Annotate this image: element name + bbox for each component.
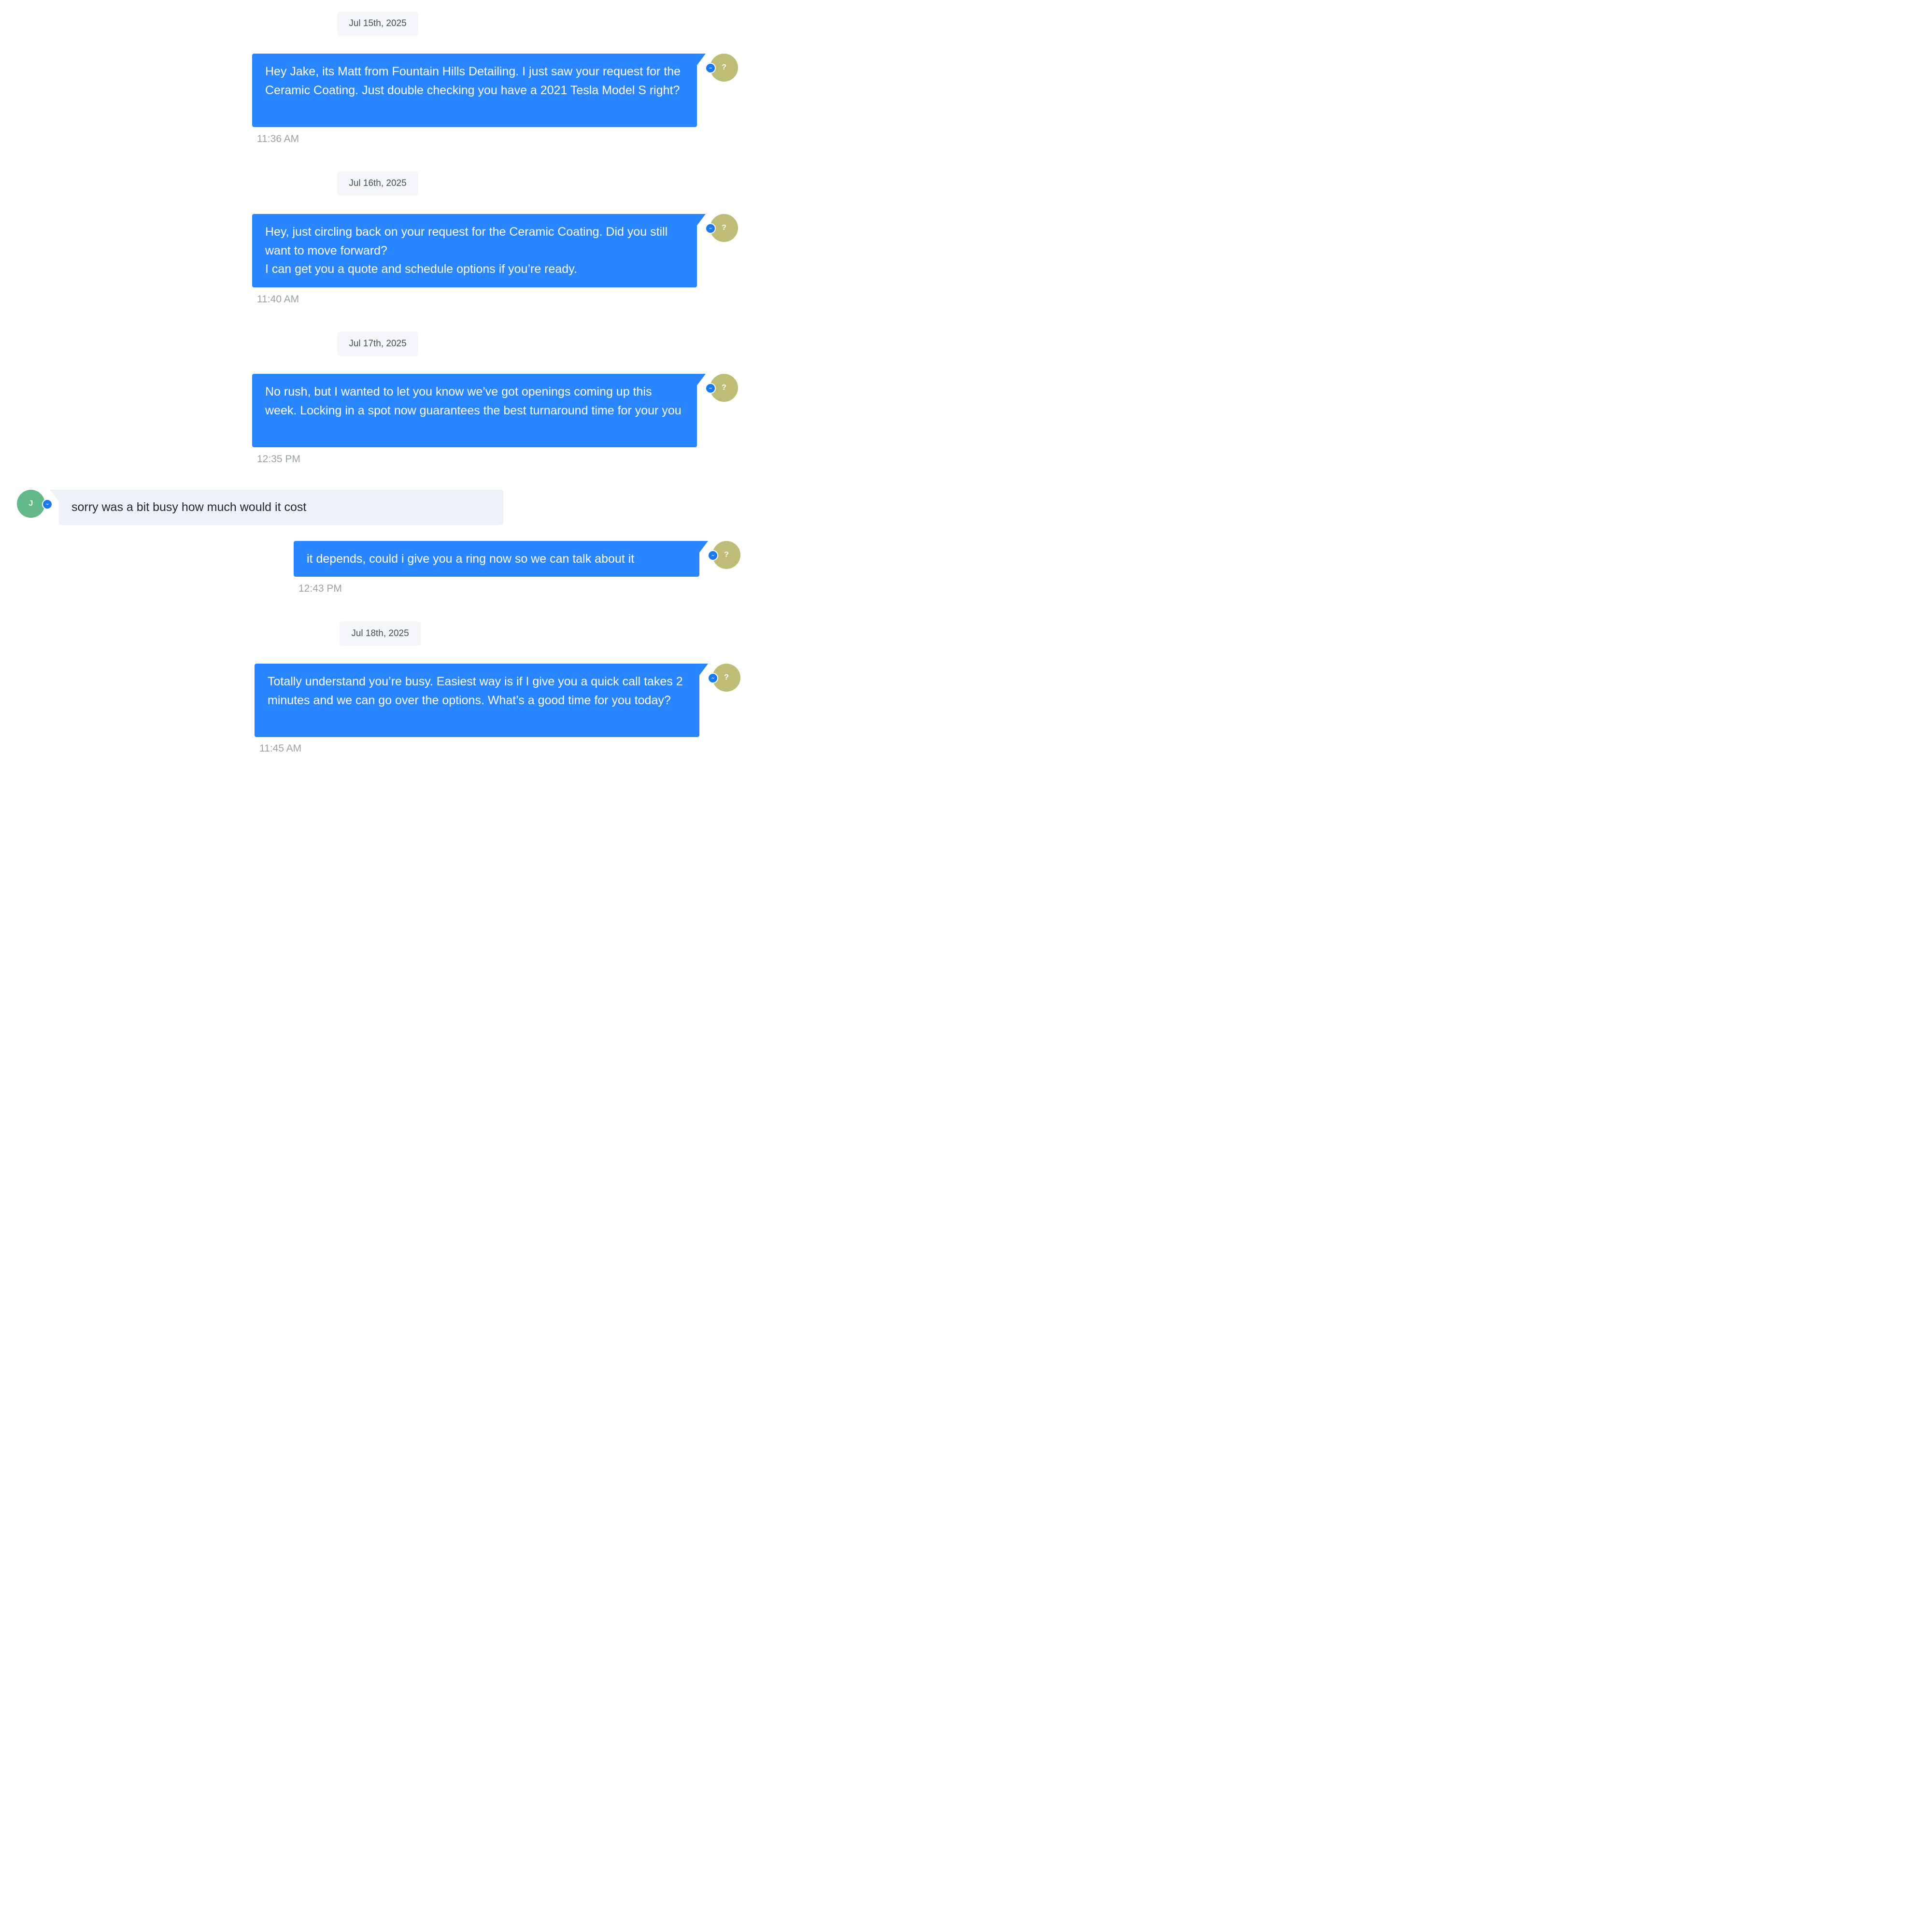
avatar-initial: J bbox=[28, 499, 33, 508]
avatar-initial: ? bbox=[722, 224, 726, 232]
message-timestamp: 11:45 AM bbox=[259, 743, 302, 754]
message-timestamp: 12:43 PM bbox=[298, 583, 342, 594]
bubble-tail bbox=[50, 490, 59, 501]
message-timestamp: 11:40 AM bbox=[257, 294, 299, 305]
messenger-icon bbox=[708, 673, 718, 683]
outbound-message-bubble: Totally understand you’re busy. Easiest … bbox=[255, 664, 699, 737]
inbound-message-bubble: sorry was a bit busy how much would it c… bbox=[59, 490, 503, 525]
avatar-initial: ? bbox=[722, 63, 726, 71]
messenger-icon bbox=[705, 223, 716, 234]
bubble-tail bbox=[697, 54, 706, 65]
outbound-message-bubble: Hey Jake, its Matt from Fountain Hills D… bbox=[252, 54, 697, 127]
date-separator: Jul 17th, 2025 bbox=[337, 332, 418, 356]
outbound-message-bubble: it depends, could i give you a ring now … bbox=[294, 541, 699, 577]
messenger-icon bbox=[705, 63, 716, 73]
bubble-tail bbox=[697, 374, 706, 385]
messenger-icon bbox=[705, 383, 716, 394]
outbound-message-bubble: No rush, but I wanted to let you know we… bbox=[252, 374, 697, 447]
bubble-tail bbox=[699, 541, 708, 553]
messenger-icon bbox=[708, 550, 718, 561]
avatar-initial: ? bbox=[722, 384, 726, 392]
contact-avatar[interactable]: J bbox=[17, 490, 45, 518]
message-timestamp: 11:36 AM bbox=[257, 133, 299, 144]
avatar-initial: ? bbox=[724, 551, 729, 559]
avatar-initial: ? bbox=[724, 673, 729, 682]
bubble-tail bbox=[697, 214, 706, 226]
bubble-tail bbox=[699, 664, 708, 675]
date-separator: Jul 18th, 2025 bbox=[340, 622, 421, 646]
date-separator: Jul 16th, 2025 bbox=[337, 171, 418, 196]
outbound-message-bubble: Hey, just circling back on your request … bbox=[252, 214, 697, 287]
date-separator: Jul 15th, 2025 bbox=[337, 12, 418, 36]
message-timestamp: 12:35 PM bbox=[257, 454, 300, 465]
